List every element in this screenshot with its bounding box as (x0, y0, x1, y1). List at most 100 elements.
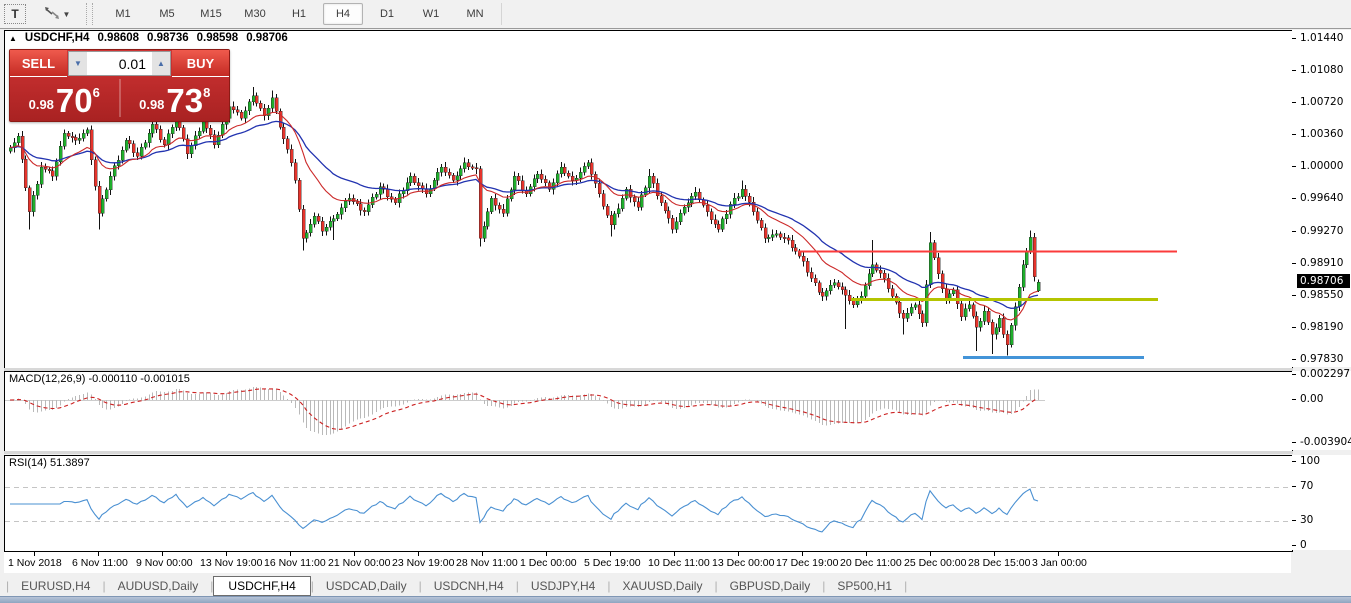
buy-price-prefix: 0.98 (139, 97, 164, 112)
price-axis-label: 1.00720 (1300, 96, 1343, 108)
time-axis[interactable]: 1 Nov 20186 Nov 11:009 Nov 00:0013 Nov 1… (4, 552, 1291, 573)
price-axis-label: 1.01080 (1300, 64, 1343, 76)
ma-slow-line (10, 121, 1038, 308)
rsi-axis-label: 70 (1300, 480, 1313, 492)
rsi-axis-tick (1292, 520, 1296, 521)
sell-price-big: 70 (56, 86, 93, 116)
time-axis-label: 1 Dec 00:00 (520, 557, 577, 569)
time-axis-tick (738, 552, 739, 556)
text-tool-button[interactable]: T (4, 4, 26, 24)
rsi-panel[interactable]: RSI(14) 51.3897 (4, 455, 1293, 552)
timeframe-button-mn[interactable]: MN (455, 3, 495, 25)
price-axis-label: 0.98910 (1300, 257, 1343, 269)
tab-gbpusd-daily[interactable]: GBPUSD,Daily (718, 577, 823, 595)
sell-price[interactable]: 0.98 70 6 (10, 77, 119, 119)
rsi-line (10, 489, 1038, 532)
price-axis-label: 0.99270 (1300, 225, 1343, 237)
time-axis-label: 10 Dec 11:00 (648, 557, 710, 569)
sell-button[interactable]: SELL (10, 50, 67, 77)
time-axis-label: 23 Nov 19:00 (392, 557, 454, 569)
chevron-down-icon: ▼ (63, 10, 71, 19)
sell-price-sup: 6 (93, 85, 100, 100)
rsi-axis-label: 100 (1300, 455, 1320, 467)
ohlc-high: 0.98736 (147, 32, 189, 44)
timeframe-button-m5[interactable]: M5 (147, 3, 187, 25)
time-axis-tick (1058, 552, 1059, 556)
rsi-name: RSI(14) (9, 457, 47, 469)
macd-axis-label: -0.003904 (1300, 436, 1351, 448)
timeframe-button-m15[interactable]: M15 (191, 3, 231, 25)
time-axis-tick (98, 552, 99, 556)
text-tool-icon: T (11, 7, 18, 21)
timeframe-button-d1[interactable]: D1 (367, 3, 407, 25)
tab-separator: | (904, 579, 907, 593)
toolbar-separator (501, 3, 502, 25)
price-axis-tick (1292, 231, 1296, 232)
sell-price-prefix: 0.98 (29, 97, 54, 112)
main-chart-panel[interactable]: ▲ USDCHF,H4 0.98608 0.98736 0.98598 0.98… (4, 30, 1293, 369)
timeframe-toolbar: M1M5M15M30H1H4D1W1MN (101, 3, 497, 25)
tab-usdchf-h4[interactable]: USDCHF,H4 (213, 576, 310, 596)
rsi-value: 51.3897 (50, 457, 90, 469)
time-axis-label: 13 Dec 00:00 (712, 557, 774, 569)
price-axis-tick (1292, 263, 1296, 264)
timeframe-button-m1[interactable]: M1 (103, 3, 143, 25)
top-toolbar: T ▼ M1M5M15M30H1H4D1W1MN (0, 0, 1351, 29)
toolbar-grip[interactable] (86, 3, 93, 25)
tab-xauusd-daily[interactable]: XAUUSD,Daily (610, 577, 714, 595)
rsi-axis-tick (1292, 461, 1296, 462)
time-axis-label: 3 Jan 00:00 (1032, 557, 1087, 569)
time-axis-tick (930, 552, 931, 556)
time-axis-tick (354, 552, 355, 556)
time-axis-label: 20 Dec 11:00 (840, 557, 902, 569)
time-axis-label: 6 Nov 11:00 (72, 557, 128, 569)
timeframe-button-h1[interactable]: H1 (279, 3, 319, 25)
timeframe-button-w1[interactable]: W1 (411, 3, 451, 25)
price-axis-tick (1292, 359, 1296, 360)
time-axis-label: 25 Dec 00:00 (904, 557, 966, 569)
macd-axis-tick (1292, 442, 1296, 443)
chart-title: ▲ USDCHF,H4 0.98608 0.98736 0.98598 0.98… (9, 32, 288, 44)
lot-size-input[interactable]: 0.01 (87, 52, 152, 75)
price-axis-label: 0.99640 (1300, 192, 1343, 204)
timeframe-button-m30[interactable]: M30 (235, 3, 275, 25)
time-axis-label: 13 Nov 19:00 (200, 557, 262, 569)
rsi-canvas (5, 456, 1292, 551)
time-axis-tick (34, 552, 35, 556)
panel-splitter[interactable] (4, 451, 1293, 454)
collapse-panel-icon[interactable]: ▲ (9, 34, 17, 43)
price-axis-label: 0.97830 (1300, 353, 1343, 365)
lot-decrease-button[interactable]: ▼ (69, 52, 87, 75)
time-axis-tick (418, 552, 419, 556)
time-axis-tick (802, 552, 803, 556)
tab-audusd-daily[interactable]: AUDUSD,Daily (106, 577, 211, 595)
arrows-tool-button[interactable]: ▼ (40, 3, 74, 25)
tab-sp500-h1[interactable]: SP500,H1 (825, 577, 904, 595)
price-axis[interactable]: 1.014401.010801.007201.003601.000000.996… (1292, 30, 1351, 367)
timeframe-button-h4[interactable]: H4 (323, 3, 363, 25)
tab-usdjpy-h4[interactable]: USDJPY,H4 (519, 577, 607, 595)
tab-eurusd-h4[interactable]: EURUSD,H4 (9, 577, 102, 595)
price-axis-tick (1292, 70, 1296, 71)
price-axis-tick (1292, 198, 1296, 199)
buy-price[interactable]: 0.98 73 8 (121, 77, 230, 119)
time-axis-label: 1 Nov 2018 (8, 557, 62, 569)
price-axis-label: 0.98550 (1300, 289, 1343, 301)
time-axis-tick (226, 552, 227, 556)
ohlc-low: 0.98598 (197, 32, 239, 44)
macd-panel[interactable]: MACD(12,26,9) -0.000110 -0.001015 (4, 371, 1293, 452)
time-axis-tick (482, 552, 483, 556)
time-axis-tick (994, 552, 995, 556)
tab-usdcad-daily[interactable]: USDCAD,Daily (314, 577, 419, 595)
lot-increase-button[interactable]: ▲ (152, 52, 170, 75)
macd-name: MACD(12,26,9) (9, 373, 85, 385)
price-axis-label: 0.98190 (1300, 321, 1343, 333)
macd-canvas (5, 372, 1292, 451)
buy-button[interactable]: BUY (172, 50, 229, 77)
candle-bodies (9, 96, 1040, 345)
price-axis-tick (1292, 102, 1296, 103)
tab-usdcnh-h4[interactable]: USDCNH,H4 (422, 577, 516, 595)
time-axis-tick (290, 552, 291, 556)
symbol-period-label: USDCHF,H4 (25, 32, 90, 44)
time-axis-tick (546, 552, 547, 556)
